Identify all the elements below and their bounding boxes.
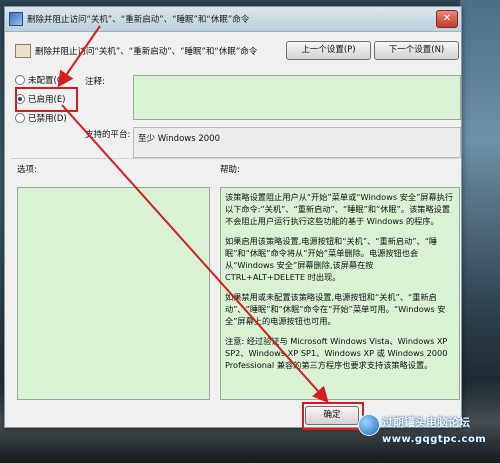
forum-logo-icon: [358, 414, 380, 436]
watermark-name: 过期罐头电脑论坛: [382, 414, 470, 430]
site-watermark: 过期罐头电脑论坛 www.gqgtpc.com: [356, 406, 500, 463]
arrow-enabled-to-ok: [62, 105, 326, 400]
annotation-arrows: [0, 0, 500, 463]
watermark-url: www.gqgtpc.com: [382, 434, 486, 445]
arrow-title-to-enabled: [60, 26, 100, 84]
